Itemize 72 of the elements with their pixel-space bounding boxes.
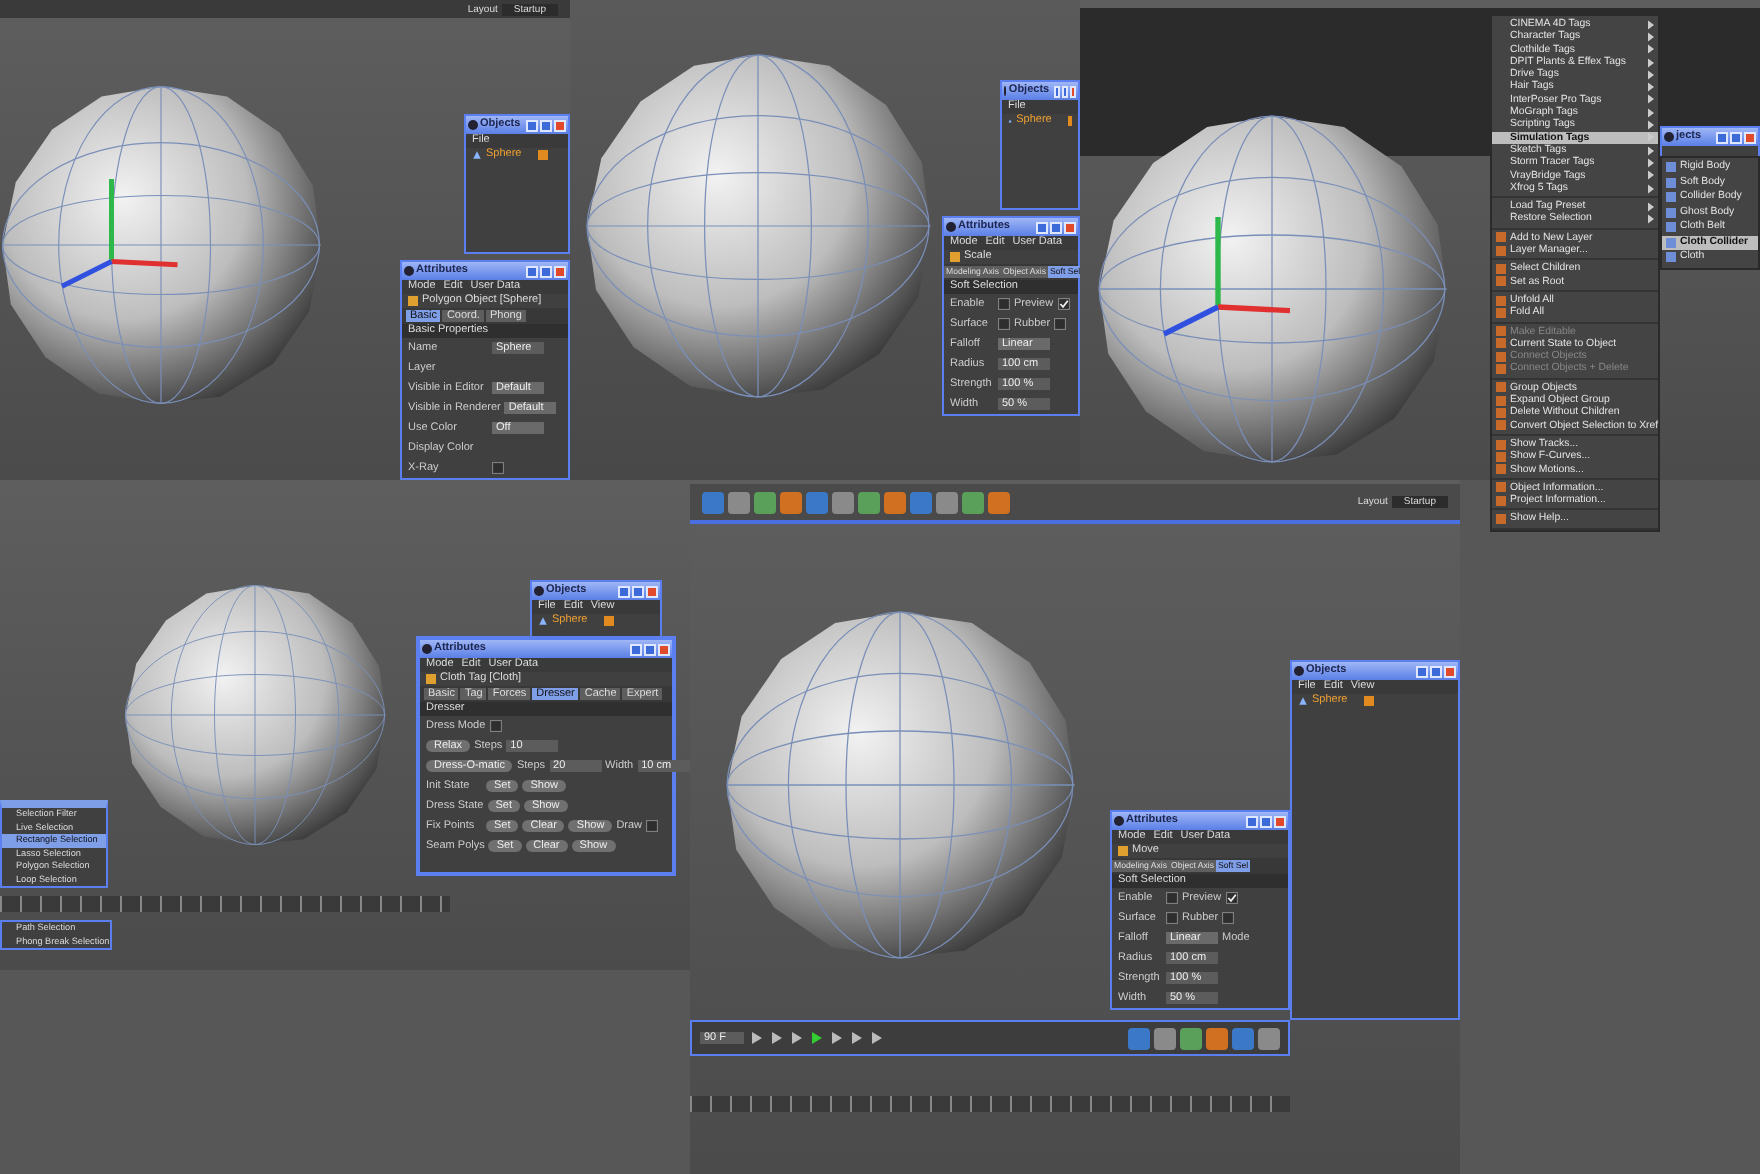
toolbar-tool-icon[interactable]	[910, 491, 932, 513]
toolbar-tool-icon[interactable]	[858, 491, 880, 513]
toolbar-tool-icon[interactable]	[702, 491, 724, 513]
minimize-button[interactable]	[526, 265, 538, 277]
window-icon	[422, 644, 432, 654]
window-icon	[1294, 666, 1304, 676]
tag-icon[interactable]	[1067, 116, 1072, 126]
checkbox[interactable]	[1222, 912, 1235, 924]
window-icon	[468, 120, 478, 130]
close-button[interactable]	[1444, 665, 1456, 677]
checkbox[interactable]	[998, 298, 1010, 310]
key-tool-icon[interactable]	[1232, 1027, 1254, 1049]
close-button[interactable]	[554, 265, 566, 277]
toolbar-tool-icon[interactable]	[936, 491, 958, 513]
key-tool-icon[interactable]	[1258, 1027, 1280, 1049]
window-icon	[1664, 132, 1674, 142]
maximize-button[interactable]	[540, 119, 552, 131]
maximize-button[interactable]	[540, 265, 552, 277]
maximize-button[interactable]	[1061, 85, 1068, 97]
checkbox[interactable]	[1166, 912, 1178, 924]
checkbox[interactable]	[1057, 298, 1070, 310]
toolbar-tool-icon[interactable]	[728, 491, 750, 513]
checkbox[interactable]	[1225, 892, 1238, 904]
toolbar-tool-icon[interactable]	[962, 491, 984, 513]
toolbar-tool-icon[interactable]	[988, 491, 1010, 513]
maximize-button[interactable]	[1730, 131, 1742, 143]
minimize-button[interactable]	[1716, 131, 1728, 143]
close-button[interactable]	[1064, 221, 1076, 233]
minimize-button[interactable]	[618, 585, 630, 597]
object-type-icon	[1118, 846, 1128, 856]
key-tool-icon[interactable]	[1154, 1027, 1176, 1049]
window-icon	[946, 222, 956, 232]
object-type-icon	[426, 674, 436, 684]
checkbox[interactable]	[492, 462, 504, 474]
checkbox[interactable]	[1166, 892, 1178, 904]
close-button[interactable]	[1744, 131, 1756, 143]
window-icon	[404, 266, 414, 276]
maximize-button[interactable]	[644, 643, 656, 655]
tag-icon[interactable]	[603, 616, 614, 626]
toolbar-tool-icon[interactable]	[806, 491, 828, 513]
toolbar-tool-icon[interactable]	[780, 491, 802, 513]
minimize-button[interactable]	[1036, 221, 1048, 233]
minimize-button[interactable]	[526, 119, 538, 131]
object-type-icon	[950, 252, 960, 262]
tag-icon[interactable]	[1363, 696, 1374, 706]
window-icon	[1114, 816, 1124, 826]
maximize-button[interactable]	[1260, 815, 1272, 827]
toolbar-tool-icon[interactable]	[832, 491, 854, 513]
maximize-button[interactable]	[1430, 665, 1442, 677]
tag-icon[interactable]	[537, 150, 548, 160]
minimize-button[interactable]	[1053, 85, 1060, 97]
checkbox[interactable]	[489, 720, 502, 732]
object-type-icon	[408, 296, 418, 306]
toolbar-tool-icon[interactable]	[754, 491, 776, 513]
key-tool-icon[interactable]	[1180, 1027, 1202, 1049]
checkbox[interactable]	[646, 820, 659, 832]
checkbox[interactable]	[1054, 318, 1067, 330]
close-button[interactable]	[1069, 85, 1076, 97]
maximize-button[interactable]	[1050, 221, 1062, 233]
window-icon	[534, 586, 544, 596]
key-tool-icon[interactable]	[1128, 1027, 1150, 1049]
close-button[interactable]	[658, 643, 670, 655]
key-tool-icon[interactable]	[1206, 1027, 1228, 1049]
maximize-button[interactable]	[632, 585, 644, 597]
toolbar-tool-icon[interactable]	[884, 491, 906, 513]
checkbox[interactable]	[998, 318, 1010, 330]
minimize-button[interactable]	[1246, 815, 1258, 827]
close-button[interactable]	[554, 119, 566, 131]
close-button[interactable]	[646, 585, 658, 597]
minimize-button[interactable]	[1416, 665, 1428, 677]
minimize-button[interactable]	[630, 643, 642, 655]
close-button[interactable]	[1274, 815, 1286, 827]
